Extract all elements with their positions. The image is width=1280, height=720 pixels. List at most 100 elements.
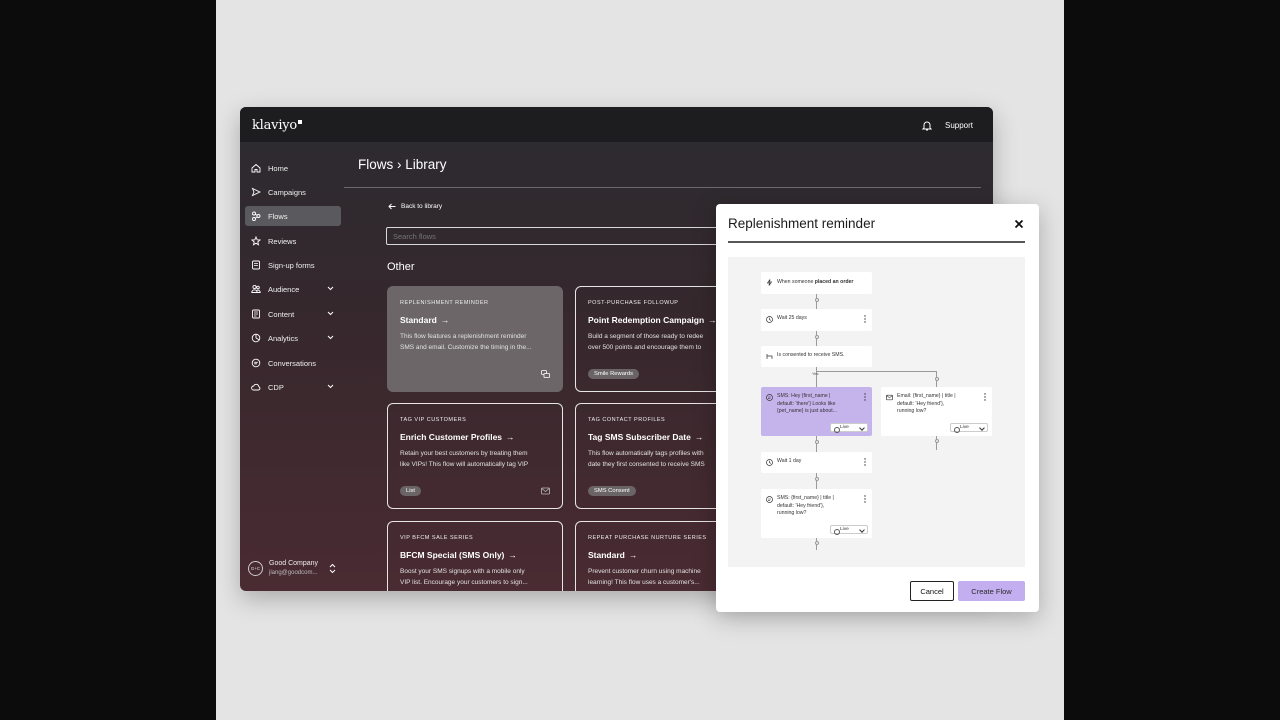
flow-preview-modal: Replenishment reminder Yes No (716, 204, 1039, 612)
sidebar: Home Campaigns Flows Reviews Sign-up for… (240, 143, 344, 591)
sidebar-item-analytics[interactable]: Analytics (245, 328, 341, 348)
card-title[interactable]: Standard → (400, 315, 550, 325)
home-icon (251, 163, 261, 173)
modal-title: Replenishment reminder (728, 216, 876, 231)
sidebar-item-cdp[interactable]: CDP (245, 377, 341, 397)
sms-node[interactable]: SMS: {first_name} | title | default: 'He… (761, 489, 872, 538)
sms-text: SMS: {first_name} | title | default: 'He… (777, 495, 834, 516)
create-flow-button[interactable]: Create Flow (958, 581, 1025, 601)
sms-text: SMS: Hey {first_name | default: 'there'}… (777, 393, 837, 414)
card-eyebrow: TAG VIP CUSTOMERS (400, 417, 467, 423)
connector-dot (934, 439, 939, 443)
connector-dot (814, 477, 819, 481)
arrow-right-icon: → (508, 550, 517, 560)
more-options-icon[interactable] (864, 315, 866, 323)
sidebar-item-label: Campaigns (268, 187, 306, 197)
connector-dot (814, 335, 819, 339)
sidebar-item-reviews[interactable]: Reviews (245, 231, 341, 251)
live-status-dropdown[interactable]: Live (830, 423, 868, 433)
audience-icon (251, 284, 261, 293)
wait-node[interactable]: Wait 1 day (761, 452, 872, 473)
more-options-icon[interactable] (864, 495, 866, 503)
sidebar-item-label: Sign-up forms (268, 260, 315, 270)
card-title[interactable]: Enrich Customer Profiles → (400, 432, 550, 442)
card-tag: Smile Rewards (588, 369, 639, 379)
arrow-right-icon: → (694, 432, 704, 442)
sms-icon (766, 496, 773, 503)
connector (816, 473, 817, 489)
sidebar-item-label: Audience (268, 284, 300, 294)
chevron-down-icon[interactable] (327, 285, 334, 292)
sidebar-item-signup-forms[interactable]: Sign-up forms (245, 255, 341, 275)
wait-text: Wait 25 days (777, 315, 807, 321)
card-eyebrow: REPLENISHMENT REMINDER (400, 300, 489, 306)
more-options-icon[interactable] (984, 393, 986, 401)
search-input[interactable] (386, 227, 726, 245)
sidebar-item-label: CDP (268, 382, 284, 392)
card-description: Boost your SMS signups with a mobile onl… (400, 568, 528, 586)
account-switcher[interactable]: G+C Good Company jlang@goodcom... (248, 559, 340, 581)
sidebar-item-label: Reviews (268, 236, 297, 246)
sidebar-item-conversations[interactable]: Conversations (245, 353, 341, 373)
split-icon (766, 354, 773, 359)
sidebar-item-home[interactable]: Home (245, 158, 341, 178)
card-description: This flow features a replenishment remin… (400, 333, 532, 351)
chevron-down-icon[interactable] (327, 383, 334, 390)
lightning-icon (766, 279, 773, 286)
avatar: G+C (248, 561, 263, 576)
cancel-button[interactable]: Cancel (910, 581, 954, 601)
email-icon (541, 487, 550, 495)
sidebar-item-label: Conversations (268, 358, 316, 368)
live-status-dropdown[interactable]: Live (950, 423, 988, 433)
email-node[interactable]: Email: {first_name} | title | default: '… (881, 387, 992, 436)
breadcrumb: Flows › Library (358, 157, 447, 172)
card-title[interactable]: BFCM Special (SMS Only) → (400, 550, 550, 560)
bell-icon[interactable] (922, 120, 932, 131)
connector (816, 371, 937, 372)
clock-icon (766, 316, 773, 323)
email-text: Email: {first_name} | title | default: '… (897, 393, 956, 414)
sidebar-item-audience[interactable]: Audience (245, 279, 341, 299)
card-tag: List (400, 486, 422, 496)
more-options-icon[interactable] (864, 458, 866, 466)
clock-icon (766, 459, 773, 466)
split-yes-label: Yes (812, 371, 819, 376)
back-to-library-link[interactable]: Back to library (388, 203, 442, 210)
send-icon (251, 187, 261, 197)
chevron-down-icon[interactable] (327, 310, 334, 317)
sidebar-item-content[interactable]: Content (245, 304, 341, 324)
sidebar-item-label: Analytics (268, 333, 299, 343)
content-icon (252, 309, 260, 319)
chat-icon (251, 358, 261, 368)
cloud-icon (251, 383, 261, 391)
condition-node[interactable]: Is consented to receive SMS. (761, 346, 872, 367)
more-options-icon[interactable] (864, 393, 866, 401)
flow-card[interactable]: TAG VIP CUSTOMERS Enrich Customer Profil… (387, 403, 563, 509)
arrow-left-icon (388, 203, 396, 210)
top-bar: klaviyo Support (240, 107, 993, 143)
trigger-node[interactable]: When someone placed an order (761, 272, 872, 294)
card-eyebrow: VIP BFCM SALE SERIES (400, 535, 474, 541)
flow-card[interactable]: REPLENISHMENT REMINDER Standard → This fl… (387, 286, 563, 392)
trigger-text: When someone placed an order (777, 279, 854, 285)
arrow-right-icon: → (440, 315, 450, 325)
support-link[interactable]: Support (945, 121, 973, 130)
klaviyo-logo[interactable]: klaviyo (252, 118, 303, 133)
chevron-down-icon[interactable] (327, 334, 334, 341)
sms-node[interactable]: SMS: Hey {first_name | default: 'there'}… (761, 387, 872, 436)
wait-node[interactable]: Wait 25 days (761, 309, 872, 331)
arrow-right-icon: → (628, 550, 638, 560)
card-tag: SMS Consent (588, 486, 636, 496)
live-status-dropdown[interactable]: Live (830, 525, 868, 535)
section-title: Other (387, 261, 415, 273)
flow-card[interactable]: VIP BFCM SALE SERIES BFCM Special (SMS O… (387, 521, 563, 591)
analytics-icon (251, 333, 261, 343)
email-icon (886, 394, 893, 401)
sidebar-item-flows[interactable]: Flows (245, 206, 341, 226)
header-divider (344, 187, 981, 188)
chevron-up-down-icon (329, 563, 336, 574)
sidebar-item-campaigns[interactable]: Campaigns (245, 182, 341, 202)
close-icon[interactable] (1014, 219, 1024, 229)
sidebar-item-label: Content (268, 309, 295, 319)
connector-dot (934, 377, 939, 381)
